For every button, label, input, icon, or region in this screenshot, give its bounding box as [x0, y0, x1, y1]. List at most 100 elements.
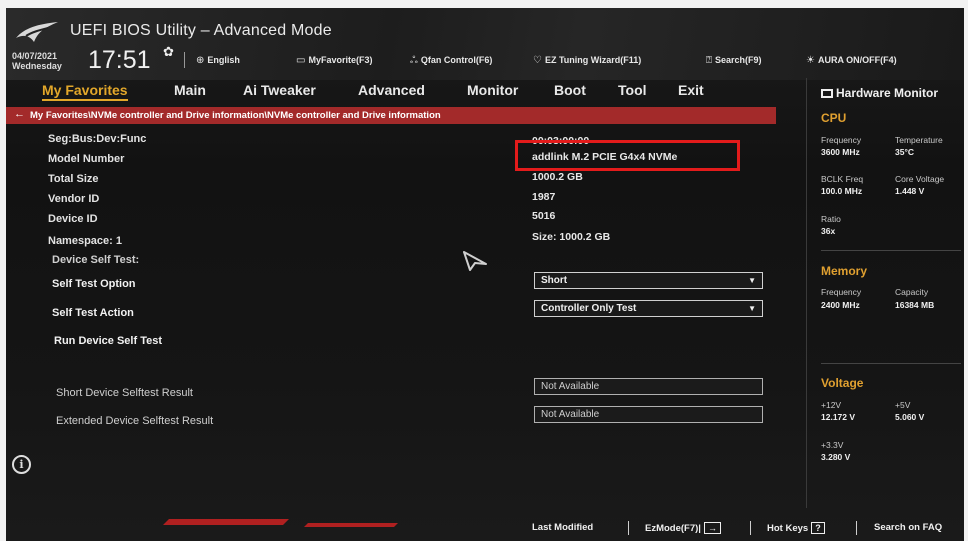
eztuning-button[interactable]: ♡ EZ Tuning Wizard(F11) [533, 55, 641, 66]
cpu-frequency-value: 3600 MHz [821, 147, 860, 157]
core-voltage-label: Core Voltage [895, 174, 945, 184]
rog-logo-icon [16, 22, 58, 42]
tab-main[interactable]: Main [174, 82, 206, 98]
device-id-label: Device ID [48, 213, 98, 225]
help-icon: ⍰ [706, 55, 712, 66]
core-voltage-value: 1.448 V [895, 186, 925, 196]
qfan-button[interactable]: ஃ Qfan Control(F6) [410, 55, 492, 67]
hardware-monitor-panel: Hardware Monitor CPU Frequency Temperatu… [806, 78, 964, 508]
date-line: 04/07/2021 [12, 51, 58, 61]
hardware-monitor-label: Hardware Monitor [836, 86, 939, 100]
aura-label: AURA ON/OFF(F4) [817, 55, 897, 65]
vendor-id-label: Vendor ID [48, 193, 100, 205]
memory-frequency-value: 2400 MHz [821, 300, 860, 310]
tab-advanced[interactable]: Advanced [358, 82, 425, 98]
total-size-label: Total Size [48, 173, 99, 185]
memory-capacity-label: Capacity [895, 287, 929, 297]
total-size-value: 1000.2 GB [532, 171, 583, 183]
bulb-icon: ♡ [533, 55, 542, 66]
chevron-down-icon: ▼ [748, 276, 756, 285]
back-arrow-icon[interactable]: ← [14, 108, 25, 120]
memory-frequency-label: Frequency [821, 287, 862, 297]
cpu-temperature-value: 35°C [895, 147, 914, 157]
v12-label: +12V [821, 400, 842, 410]
self-test-option-value: Short [541, 275, 568, 286]
globe-icon: ⊕ [196, 55, 205, 66]
header-bar: UEFI BIOS Utility – Advanced Mode 04/07/… [6, 8, 964, 80]
memory-capacity-value: 16384 MB [895, 300, 935, 310]
namespace-size-value: Size: 1000.2 GB [532, 231, 611, 243]
v12-value: 12.172 V [821, 412, 856, 422]
favorite-icon: ▭ [296, 55, 306, 66]
ratio-label: Ratio [821, 214, 841, 224]
search-faq-button[interactable]: Search on FAQ [874, 522, 942, 533]
cpu-frequency-label: Frequency [821, 135, 862, 145]
v33-value: 3.280 V [821, 452, 851, 462]
self-test-option-select[interactable]: Short ▼ [534, 272, 763, 289]
tab-tool[interactable]: Tool [618, 82, 647, 98]
myfavorite-label: MyFavorite(F3) [308, 55, 373, 65]
gear-icon[interactable]: ✿ [163, 44, 174, 60]
breadcrumb-path: My Favorites\NVMe controller and Drive i… [30, 110, 441, 121]
hotkeys-label: Hot Keys [767, 523, 809, 534]
clock: 17:51 [88, 46, 151, 74]
ratio-value: 36x [821, 226, 836, 236]
tab-ai-tweaker[interactable]: Ai Tweaker [243, 82, 316, 98]
hardware-monitor-title: Hardware Monitor [821, 86, 938, 100]
hotkeys-button[interactable]: Hot Keys? [767, 522, 825, 534]
cpu-heading: CPU [821, 111, 847, 125]
ezmode-button[interactable]: EzMode(F7)| → [645, 522, 721, 534]
divider [628, 521, 629, 535]
self-test-action-value: Controller Only Test [541, 303, 637, 314]
info-icon[interactable]: i [12, 455, 31, 474]
decorative-stripe [304, 523, 398, 527]
v5-label: +5V [895, 400, 911, 410]
tab-monitor[interactable]: Monitor [467, 82, 518, 98]
divider [856, 521, 857, 535]
voltage-heading: Voltage [821, 376, 864, 390]
aura-icon: ☀ [806, 55, 815, 66]
decorative-stripe [163, 519, 289, 525]
v33-label: +3.3V [821, 440, 844, 450]
model-number-label: Model Number [48, 153, 125, 165]
divider [821, 250, 961, 251]
cpu-temperature-label: Temperature [895, 135, 943, 145]
exit-arrow-icon: → [703, 522, 721, 534]
main-menu: My Favorites Main Ai Tweaker Advanced Mo… [6, 78, 806, 104]
short-result-field: Not Available [534, 378, 763, 395]
question-icon: ? [811, 522, 825, 534]
search-button[interactable]: ⍰ Search(F9) [706, 55, 762, 66]
vendor-id-value: 1987 [532, 191, 556, 203]
breadcrumb: ← My Favorites\NVMe controller and Drive… [6, 107, 776, 124]
tab-my-favorites[interactable]: My Favorites [42, 82, 128, 101]
v5-value: 5.060 V [895, 412, 925, 422]
fan-icon: ஃ [410, 55, 418, 66]
app-title: UEFI BIOS Utility – Advanced Mode [70, 22, 332, 39]
self-test-action-select[interactable]: Controller Only Test ▼ [534, 300, 763, 317]
extended-result-field: Not Available [534, 406, 763, 423]
namespace-label: Namespace: 1 [48, 235, 122, 247]
seg-bus-label: Seg:Bus:Dev:Func [48, 133, 147, 145]
divider [750, 521, 751, 535]
day-line: Wednesday [12, 61, 62, 71]
run-device-self-test-button[interactable]: Run Device Self Test [54, 335, 162, 347]
device-id-value: 5016 [532, 210, 556, 222]
last-modified-button[interactable]: Last Modified [532, 522, 593, 533]
search-label: Search(F9) [715, 55, 762, 65]
language-button[interactable]: ⊕ English [196, 55, 240, 66]
myfavorite-button[interactable]: ▭ MyFavorite(F3) [296, 55, 372, 66]
eztuning-label: EZ Tuning Wizard(F11) [544, 55, 642, 65]
memory-heading: Memory [821, 264, 868, 278]
language-label: English [207, 55, 240, 65]
short-result-value: Not Available [541, 381, 600, 392]
bclk-label: BCLK Freq [821, 174, 864, 184]
aura-button[interactable]: ☀ AURA ON/OFF(F4) [806, 55, 897, 66]
date-display: 04/07/2021 Wednesday [12, 51, 62, 71]
footer-bar: Last Modified EzMode(F7)| → Hot Keys? Sea… [6, 513, 964, 541]
tab-exit[interactable]: Exit [678, 82, 704, 98]
model-number-value: addlink M.2 PCIE G4x4 NVMe [532, 151, 678, 163]
bclk-value: 100.0 MHz [821, 186, 863, 196]
device-self-test-heading: Device Self Test: [52, 254, 140, 266]
ezmode-label: EzMode(F7)| [645, 523, 701, 534]
tab-boot[interactable]: Boot [554, 82, 586, 98]
